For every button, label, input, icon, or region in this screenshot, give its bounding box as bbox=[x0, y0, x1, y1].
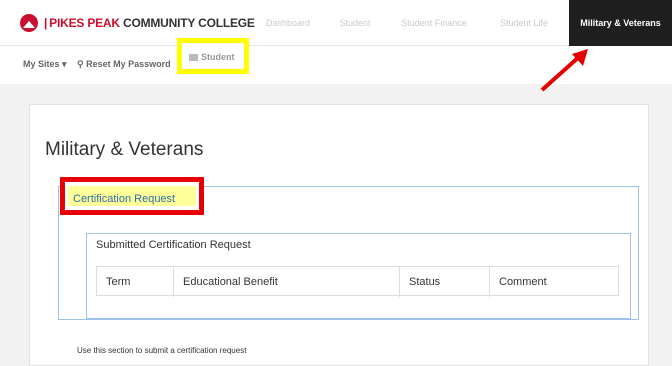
my-sites-dropdown[interactable]: My Sites ▾ bbox=[23, 55, 67, 73]
red-arrow-annotation bbox=[540, 49, 588, 92]
column-header-educational-benefit: Educational Benefit bbox=[174, 267, 400, 297]
reset-password-link[interactable]: ⚲ Reset My Password bbox=[77, 55, 171, 73]
column-header-term: Term bbox=[97, 267, 174, 297]
college-name: | PIKES PEAK COMMUNITY COLLEGE bbox=[44, 16, 255, 30]
college-logo[interactable]: | PIKES PEAK COMMUNITY COLLEGE bbox=[20, 14, 255, 32]
top-navigation-bar: | PIKES PEAK COMMUNITY COLLEGE Dashboard … bbox=[0, 0, 672, 46]
nav-military-veterans[interactable]: Military & Veterans bbox=[569, 0, 672, 46]
nav-student-life[interactable]: Student Life bbox=[488, 0, 560, 46]
student-link-highlight[interactable]: Student bbox=[177, 38, 249, 74]
column-header-status: Status bbox=[400, 267, 490, 297]
requests-table: Term Educational Benefit Status Comment bbox=[96, 266, 619, 297]
student-link[interactable]: Student bbox=[189, 51, 235, 63]
nav-student-finance[interactable]: Student Finance bbox=[392, 0, 476, 46]
nav-student[interactable]: Student bbox=[330, 0, 380, 46]
certification-request-tab[interactable]: Certification Request bbox=[73, 193, 175, 205]
submitted-requests-title: Submitted Certification Request bbox=[96, 239, 251, 251]
instruction-text: Use this section to submit a certificati… bbox=[77, 346, 247, 355]
nav-dashboard[interactable]: Dashboard bbox=[253, 0, 323, 46]
envelope-icon bbox=[189, 54, 198, 61]
page-title: Military & Veterans bbox=[45, 139, 204, 160]
column-header-comment: Comment bbox=[499, 276, 547, 288]
mountain-logo-icon bbox=[20, 14, 38, 32]
